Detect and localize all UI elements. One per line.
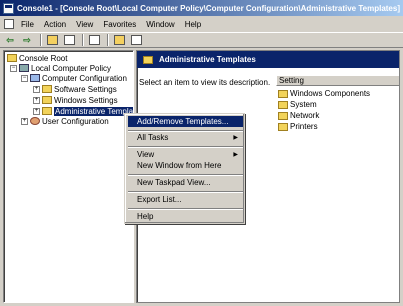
menu-favorites[interactable]: Favorites: [98, 16, 141, 32]
back-arrow-icon[interactable]: ⇦: [3, 34, 17, 47]
tree-item-console-root[interactable]: Console Root: [7, 53, 67, 63]
details-title: Administrative Templates: [159, 55, 256, 64]
tree-toggle-icon: [63, 35, 75, 45]
list-label: System: [290, 100, 317, 109]
mmc-app-icon: [3, 2, 14, 14]
show-hide-tree-button[interactable]: [62, 34, 76, 47]
menu-action[interactable]: Action: [39, 16, 71, 32]
tree-label: Administrative Templates: [54, 106, 133, 116]
tree-item-computer-configuration[interactable]: − Computer Configuration: [21, 73, 127, 83]
menu-item-help[interactable]: Help: [128, 211, 243, 222]
toolbar: ⇦ ⇨: [0, 32, 403, 48]
toolbar-separator: [40, 34, 42, 46]
up-folder-icon: [46, 35, 58, 45]
details-header: Administrative Templates: [137, 51, 399, 68]
folder-icon: [278, 122, 288, 131]
window-title: Console1 - [Console Root\Local Computer …: [17, 3, 400, 13]
toolbar-separator: [107, 34, 109, 46]
folder-icon: [42, 107, 52, 115]
folder-icon: [143, 55, 153, 64]
tree-label: Local Computer Policy: [31, 63, 112, 73]
tree-label: User Configuration: [42, 116, 109, 126]
menu-item-export-list[interactable]: Export List...: [128, 194, 243, 205]
folder-icon: [42, 85, 52, 93]
menu-file[interactable]: File: [16, 16, 39, 32]
tree-label: Software Settings: [54, 84, 117, 94]
menu-window[interactable]: Window: [141, 16, 179, 32]
menu-item-view[interactable]: View ▶: [128, 149, 243, 160]
menu-item-new-taskpad-view[interactable]: New Taskpad View...: [128, 177, 243, 188]
description-text: Select an item to view its description.: [139, 78, 271, 87]
list-label: Printers: [290, 122, 318, 131]
export-icon: [88, 35, 100, 45]
submenu-arrow-icon: ▶: [233, 152, 238, 158]
list-item-printers[interactable]: Printers: [278, 121, 318, 132]
tree-item-local-policy[interactable]: − Local Computer Policy: [10, 63, 111, 73]
collapse-icon[interactable]: −: [21, 74, 28, 82]
properties-icon: [130, 35, 142, 45]
menu-bar: File Action View Favorites Window Help: [0, 16, 403, 32]
menu-separator: [128, 208, 243, 210]
computer-icon: [30, 74, 40, 82]
menu-separator: [128, 146, 243, 148]
expand-icon[interactable]: +: [33, 107, 40, 115]
tree-item-software-settings[interactable]: + Software Settings: [33, 84, 117, 94]
expand-icon[interactable]: +: [21, 117, 28, 125]
menu-help[interactable]: Help: [180, 16, 206, 32]
menu-item-new-window[interactable]: New Window from Here: [128, 160, 243, 171]
column-header-setting[interactable]: Setting: [276, 75, 399, 86]
folder-icon: [278, 111, 288, 120]
tree-item-administrative-templates[interactable]: + Administrative Templates: [33, 106, 133, 116]
menu-item-add-remove-templates[interactable]: Add/Remove Templates...: [128, 116, 243, 127]
tree-item-windows-settings[interactable]: + Windows Settings: [33, 95, 118, 105]
folder-icon: [278, 89, 288, 98]
menu-label: View: [137, 150, 155, 159]
tree-item-user-configuration[interactable]: + User Configuration: [21, 116, 109, 126]
menu-view[interactable]: View: [71, 16, 98, 32]
menu-item-all-tasks[interactable]: All Tasks ▶: [128, 132, 243, 143]
list-label: Network: [290, 111, 320, 120]
console-tree[interactable]: Console Root − Local Computer Policy − C…: [3, 50, 134, 303]
help-icon: [113, 35, 125, 45]
export-list-button[interactable]: [87, 34, 101, 47]
up-folder-button[interactable]: [45, 34, 59, 47]
folder-icon: [278, 100, 288, 109]
tree-label: Computer Configuration: [42, 73, 127, 83]
list-item-system[interactable]: System: [278, 99, 317, 110]
toolbar-separator: [82, 34, 84, 46]
folder-icon: [42, 96, 52, 104]
menu-label: All Tasks: [137, 133, 169, 142]
collapse-icon[interactable]: −: [10, 64, 17, 72]
expand-icon[interactable]: +: [33, 85, 40, 93]
list-item-network[interactable]: Network: [278, 110, 319, 121]
tree-label: Console Root: [19, 53, 68, 63]
expand-icon[interactable]: +: [33, 96, 40, 104]
submenu-arrow-icon: ▶: [233, 135, 238, 141]
console-menu-icon[interactable]: [4, 19, 14, 29]
properties-button[interactable]: [129, 34, 143, 47]
context-menu: Add/Remove Templates... All Tasks ▶ View…: [124, 113, 245, 224]
list-item-windows-components[interactable]: Windows Components: [278, 88, 370, 99]
list-label: Windows Components: [290, 89, 371, 98]
title-bar[interactable]: Console1 - [Console Root\Local Computer …: [0, 0, 403, 16]
policy-icon: [19, 64, 29, 72]
menu-separator: [128, 174, 243, 176]
tree-label: Windows Settings: [54, 95, 118, 105]
help-button[interactable]: [112, 34, 126, 47]
menu-separator: [128, 191, 243, 193]
user-icon: [30, 117, 40, 125]
folder-icon: [7, 54, 17, 62]
forward-arrow-icon[interactable]: ⇨: [20, 34, 34, 47]
